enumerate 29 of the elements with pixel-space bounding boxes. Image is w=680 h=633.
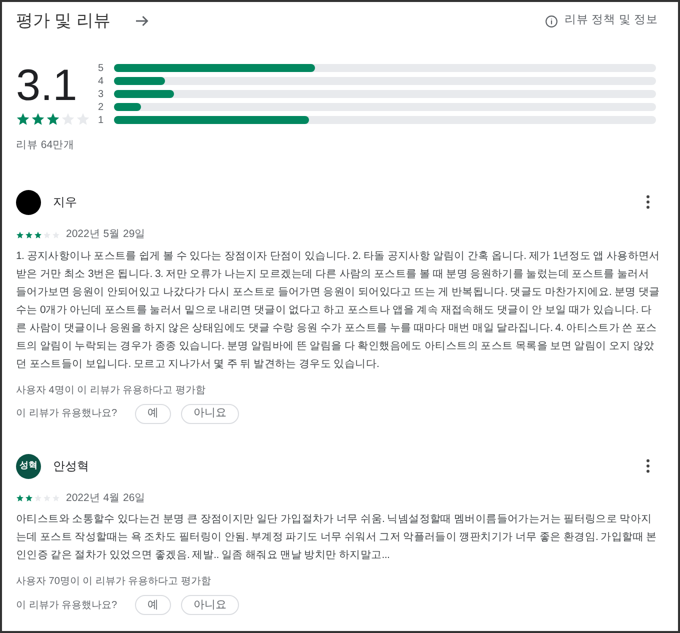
no-button[interactable]: 아니요 — [181, 595, 240, 616]
average-rating: 3.1 — [16, 64, 78, 108]
yes-button[interactable]: 예 — [135, 595, 172, 616]
review-count: 리뷰 64만개 — [16, 138, 76, 153]
info-icon — [545, 14, 558, 28]
star-icon — [46, 112, 60, 126]
reviewer-name: 안성혁 — [53, 458, 89, 475]
section-title: 평가 및 리뷰 — [16, 10, 110, 32]
star-icon — [31, 112, 45, 126]
avatar — [16, 190, 41, 215]
helpful-question: 이 리뷰가 유용했나요? — [16, 407, 118, 421]
yes-button[interactable]: 예 — [135, 404, 172, 424]
helpful-count: 사용자 4명이 이 리뷰가 유용하다고 평가함 — [16, 384, 206, 398]
helpful-question: 이 리뷰가 유용했나요? — [16, 598, 118, 613]
rating-label: 5 — [98, 62, 105, 76]
star-icon — [16, 112, 30, 126]
review-policy-link[interactable]: 리뷰 정책 및 정보 — [564, 12, 658, 30]
avatar: 성혁 — [16, 454, 41, 478]
rating-label: 4 — [98, 74, 105, 88]
rating-label: 1 — [98, 114, 105, 128]
helpful-count: 사용자 70명이 이 리뷰가 유용하다고 평가함 — [16, 575, 212, 590]
no-button[interactable]: 아니요 — [181, 404, 240, 424]
rating-label: 2 — [98, 100, 105, 114]
review-text: 1. 공지사항이나 포스트를 쉽게 볼 수 있다는 장점이자 단점이 있습니다. 2. 타돌 공지사항 알림이 간혹 옵니다. 제가 1년정도 앱 사용하면서 받은 거만 최소 3번은 됩니다. 3. 저만 오류가 나는지 모르겠는데 다른 사람의 포스트를 볼 때 분명 응원하기를 눌렀는데 포스트를 눌러서 들어가보면 응원이 안되어있고 나갔다가 다시 포스트로 들어가면 응원이 되어있다고 뜨는 게 반복됩니다. 댓글도 마찬가지에요. 분명 댓글 수는 0개가 아닌데 포스트를 눌러서 밑으로 내리면 댓글이 없다고 하고 포스트나 앱을 계속 재접속해도 댓글이 안 보일 때가 있습니다. 다른 사람이 댓글이나 응원을 하지 않은 상태임에도 댓글 수랑 응원 수가 포스트를 누를 때마다 매번 매일 달라집니다. 4. 아티스트가 쓴 포스트의 알림이 누락되는 경우가 종종 있습니다. 분명 알림바에 뜬 알림을 다 확인했음에도 아티스트의 포스트 목록을 보면 알림이 오지 않았던 포스트들이 보입니다. 모르고 지나가서 몇 주 뒤 발견하는 경우도 있습니다. — [16, 248, 661, 372]
reviewer-name: 지우 — [53, 194, 77, 212]
review-text: 아티스트와 소통할수 있다는건 분명 큰 장점이지만 일단 가입절차가 너무 쉬움. 닉넴설정할때 멤버이름들어가는거는 필터링으로 막아지는데 포스트 작성할때는 욕 조차도 필터링이 안됨. 부계정 파기도 너무 쉬워서 그저 악플러들이 깽판치기가 너무 좋은 환경임. 가입할때 본인인증 같은 절차가 있었으면 좋겠음. 제발.. 일좀 해줘요 맨날 방치만 하지말고... — [16, 512, 658, 564]
rating-label: 3 — [98, 88, 105, 102]
review-date: 2022년 4월 26일 — [66, 490, 146, 506]
review-date: 2022년 5월 29일 — [66, 226, 146, 242]
